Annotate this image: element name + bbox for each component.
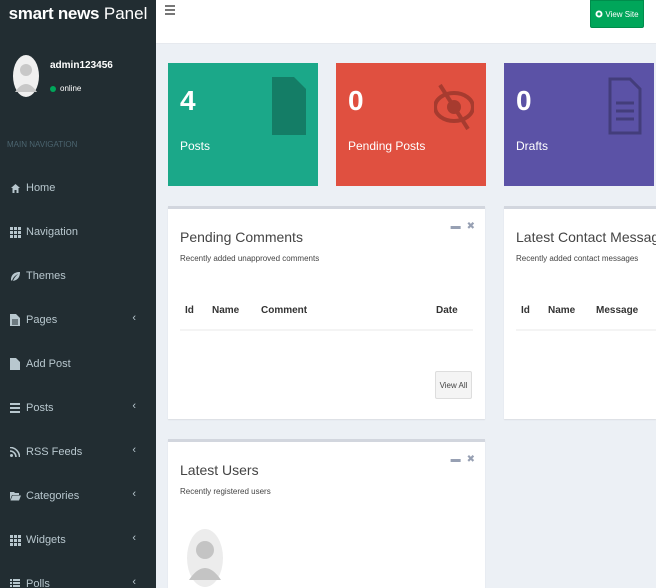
column-header: Id: [185, 305, 194, 316]
user-panel: admin123456 online: [12, 54, 152, 100]
view-site-label: View Site: [605, 9, 639, 19]
stat-value: 0: [516, 85, 532, 116]
close-icon[interactable]: ✖: [467, 454, 475, 465]
column-header: Message: [596, 305, 639, 316]
hamburger-menu-icon[interactable]: [165, 4, 175, 16]
minimize-icon[interactable]: ▬: [451, 454, 461, 465]
stat-box-posts[interactable]: 4 Posts: [168, 63, 318, 186]
rss-icon: [9, 446, 21, 458]
sidebar-item-label: Themes: [26, 270, 66, 282]
panel-tools: ▬ ✖: [445, 454, 475, 465]
chevron-left-icon: ‹: [132, 400, 136, 412]
list-icon: [9, 402, 21, 414]
table-header: Id Name Comment Date: [180, 305, 473, 331]
column-header: Comment: [261, 305, 308, 316]
eye-icon: [595, 10, 603, 18]
top-bar: View Site: [156, 0, 656, 44]
list-alt-icon: [9, 578, 21, 588]
avatar: [13, 55, 39, 97]
sidebar-item-rss-feeds[interactable]: RSS Feeds ‹: [0, 430, 156, 474]
stat-label: Drafts: [516, 139, 549, 153]
chevron-left-icon: ‹: [132, 576, 136, 588]
column-header: Date: [436, 305, 458, 316]
sidebar-item-categories[interactable]: Categories ‹: [0, 474, 156, 518]
panel-title: Latest Contact Messages: [516, 229, 656, 245]
column-header: Name: [548, 305, 576, 316]
app-logo[interactable]: smart news Panel: [0, 0, 156, 44]
chevron-left-icon: ‹: [132, 312, 136, 324]
contact-messages-panel: Latest Contact Messages Recently added c…: [504, 206, 656, 419]
chevron-left-icon: ‹: [132, 532, 136, 544]
sidebar-item-label: Widgets: [26, 534, 66, 546]
sidebar-item-label: Posts: [26, 402, 54, 414]
close-icon[interactable]: ✖: [467, 221, 475, 232]
stat-box-pending-posts[interactable]: 0 Pending Posts: [336, 63, 486, 186]
sidebar-item-posts[interactable]: Posts ‹: [0, 386, 156, 430]
file-icon: [272, 77, 306, 135]
sidebar-item-themes[interactable]: Themes: [0, 254, 156, 298]
app-title-light: Panel: [103, 4, 148, 23]
sidebar-item-add-post[interactable]: Add Post: [0, 342, 156, 386]
user-status-text: online: [60, 84, 82, 93]
panel-subtitle: Recently registered users: [180, 487, 271, 496]
stat-label: Pending Posts: [348, 139, 426, 153]
file-text-icon: [608, 77, 642, 135]
pending-comments-panel: Pending Comments Recently added unapprov…: [168, 206, 485, 419]
view-all-button[interactable]: View All: [435, 371, 472, 399]
stat-label: Posts: [180, 139, 211, 153]
view-site-button[interactable]: View Site: [590, 0, 644, 28]
file-icon: [9, 358, 21, 370]
sidebar-item-label: Navigation: [26, 226, 78, 238]
home-icon: [9, 182, 21, 194]
nav-header: MAIN NAVIGATION: [7, 140, 78, 149]
stat-value: 4: [180, 85, 196, 116]
latest-users-panel: Latest Users Recently registered users ▬…: [168, 439, 485, 588]
sidebar-item-label: Add Post: [26, 358, 71, 370]
column-header: Name: [212, 305, 240, 316]
folder-open-icon: [9, 490, 21, 502]
leaf-icon: [9, 270, 21, 282]
stat-value: 0: [348, 85, 364, 116]
sidebar-item-label: RSS Feeds: [26, 446, 83, 458]
sidebar-menu: Home Navigation Themes Pages ‹ Add Post …: [0, 166, 156, 588]
sidebar: smart news Panel admin123456 online MAIN…: [0, 0, 156, 588]
chevron-left-icon: ‹: [132, 488, 136, 500]
stat-box-drafts[interactable]: 0 Drafts: [504, 63, 654, 186]
status-dot-icon: [50, 85, 56, 92]
panel-tools: ▬ ✖: [445, 221, 475, 232]
grid-icon: [9, 226, 21, 238]
user-name: admin123456: [50, 60, 113, 71]
minimize-icon[interactable]: ▬: [451, 221, 461, 232]
user-avatar-icon[interactable]: [186, 528, 224, 588]
sidebar-item-pages[interactable]: Pages ‹: [0, 298, 156, 342]
sidebar-item-label: Categories: [26, 490, 80, 502]
panel-subtitle: Recently added contact messages: [516, 254, 639, 263]
column-header: Id: [521, 305, 530, 316]
panel-subtitle: Recently added unapproved comments: [180, 254, 320, 263]
app-title-bold: smart news: [8, 4, 100, 23]
sidebar-item-widgets[interactable]: Widgets ‹: [0, 518, 156, 562]
file-text-icon: [9, 314, 21, 326]
user-status: online: [50, 84, 81, 93]
panel-title: Latest Users: [180, 462, 259, 478]
table-header: Id Name Message: [516, 305, 656, 331]
sidebar-item-label: Pages: [26, 314, 58, 326]
eye-slash-icon: [434, 83, 474, 131]
panel-title: Pending Comments: [180, 229, 303, 245]
sidebar-item-label: Polls: [26, 578, 50, 588]
sidebar-item-polls[interactable]: Polls ‹: [0, 562, 156, 588]
grid-icon: [9, 534, 21, 546]
sidebar-item-home[interactable]: Home: [0, 166, 156, 210]
sidebar-item-navigation[interactable]: Navigation: [0, 210, 156, 254]
sidebar-item-label: Home: [26, 182, 56, 194]
chevron-left-icon: ‹: [132, 444, 136, 456]
